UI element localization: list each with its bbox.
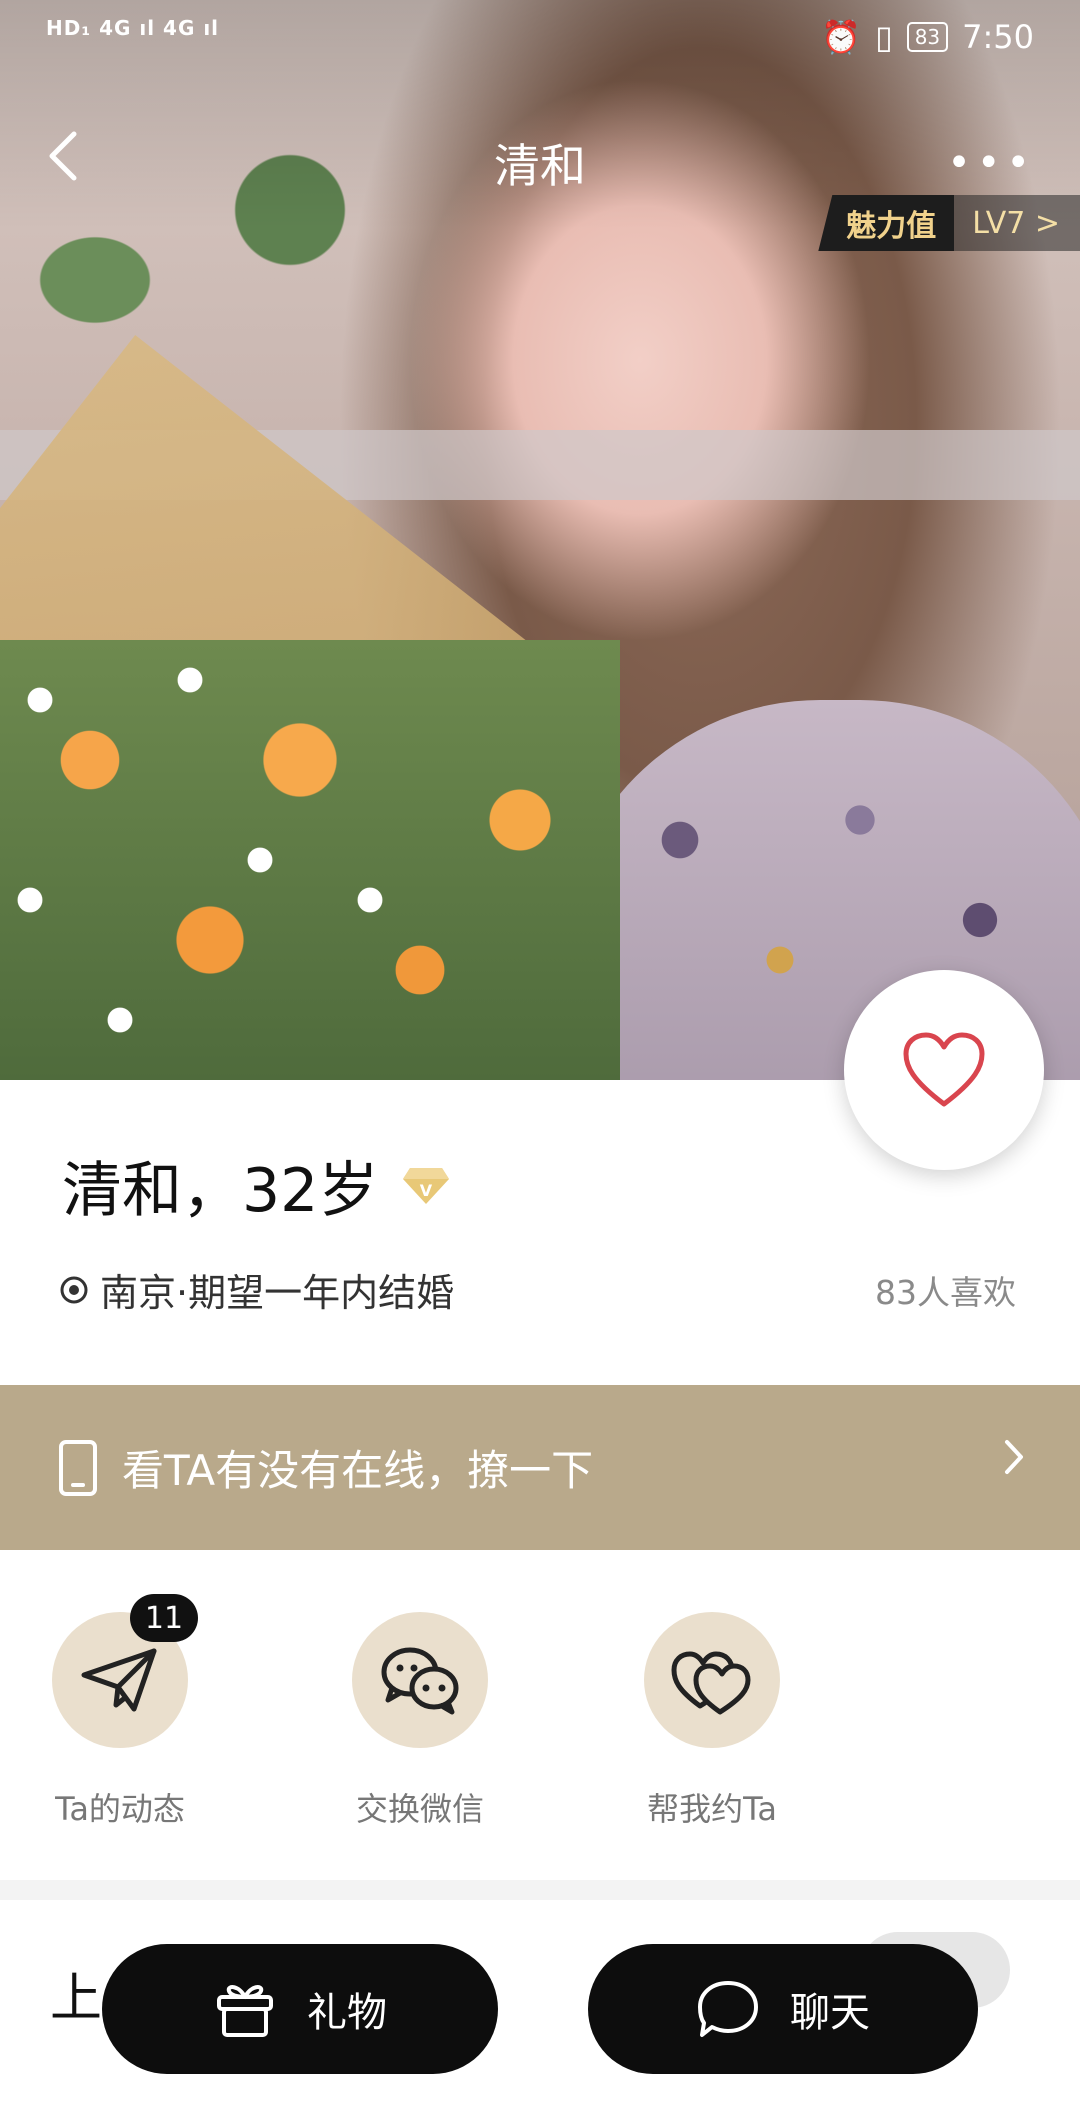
vip-diamond-icon: V (403, 1167, 450, 1204)
chat-bubble-icon (698, 1981, 758, 2037)
phone-icon (59, 1439, 97, 1496)
location-text: 南京·期望一年内结婚 (100, 1271, 455, 1315)
date-circle (644, 1612, 780, 1748)
wechat-label: 交换微信 (355, 1790, 484, 1828)
chat-button[interactable]: 聊天 (588, 1944, 978, 2074)
signal-indicators: HD₁ 4G ıl 4G ıl (46, 16, 220, 40)
status-bar: HD₁ 4G ıl 4G ıl ⏰ ▯ 83 7:50 (0, 0, 1080, 86)
charm-level-badge[interactable]: 魅力值 LV7 > (818, 195, 1080, 251)
two-hearts-icon (671, 1651, 751, 1715)
location-row: 南京·期望一年内结婚 (58, 1262, 454, 1317)
status-right: ⏰ ▯ 83 7:50 (821, 18, 1034, 56)
wechat-circle (352, 1612, 488, 1748)
date-label: 帮我约Ta (647, 1790, 777, 1828)
wechat-icon (381, 1647, 459, 1715)
charm-level: LV7 > (954, 195, 1080, 251)
name-age: 清和，32岁 (62, 1156, 379, 1226)
photo-flowers (0, 640, 620, 1080)
chevron-right-icon (1005, 1440, 1023, 1474)
charm-label: 魅力值 (818, 195, 955, 251)
chat-label: 聊天 (790, 1990, 870, 2036)
page-title: 清和 (494, 139, 586, 193)
banner-text: 看TA有没有在线，撩一下 (122, 1446, 594, 1495)
location-pin-icon (60, 1276, 88, 1303)
like-button[interactable] (844, 970, 1044, 1170)
likes-count: 83人喜欢 (875, 1273, 1016, 1312)
clock: 7:50 (962, 18, 1034, 56)
exchange-wechat-action[interactable]: 交换微信 (320, 1612, 520, 1830)
more-options-icon[interactable]: ••• (947, 140, 1036, 186)
arrange-date-action[interactable]: 帮我约Ta (612, 1612, 812, 1830)
section-title: 上 (50, 1969, 103, 2029)
moments-action[interactable]: Ta的动态 (20, 1612, 220, 1830)
battery-indicator: 83 (906, 22, 949, 52)
vibrate-icon: ▯ (875, 18, 893, 56)
gift-label: 礼物 (307, 1990, 387, 2036)
gift-button[interactable]: 礼物 (102, 1944, 498, 2074)
svg-text:V: V (420, 1181, 433, 1200)
name-age-row: 清和，32岁 V (62, 1142, 450, 1229)
moments-label: Ta的动态 (55, 1790, 185, 1828)
heart-icon (903, 1032, 985, 1107)
paper-plane-icon (81, 1648, 157, 1712)
gift-box-icon (217, 1985, 273, 2037)
online-check-banner[interactable]: 看TA有没有在线，撩一下 (0, 1385, 1080, 1550)
alarm-icon: ⏰ (821, 18, 862, 56)
moments-count-badge: 11 (130, 1594, 198, 1642)
